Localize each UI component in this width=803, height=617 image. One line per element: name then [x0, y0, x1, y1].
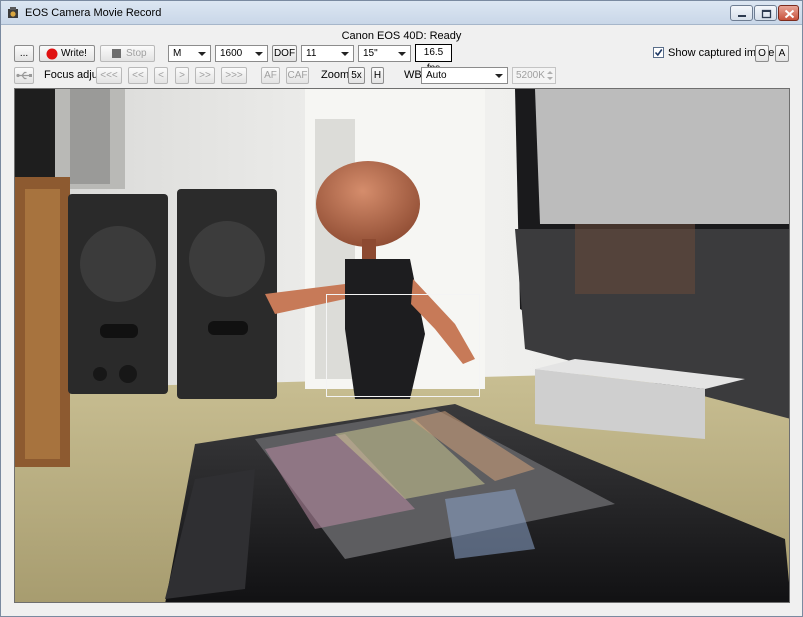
focus-far-1-button[interactable]: >: [175, 67, 189, 84]
minimize-button[interactable]: [730, 5, 753, 21]
focus-near-1-button[interactable]: <: [154, 67, 168, 84]
write-label: Write!: [61, 48, 87, 59]
camera-status: Canon EOS 40D: Ready: [341, 30, 462, 42]
stop-button[interactable]: Stop: [100, 45, 155, 62]
mode-value: M: [173, 48, 182, 59]
o-button[interactable]: O: [755, 45, 769, 62]
aperture-select[interactable]: 11: [301, 45, 354, 62]
usb-button[interactable]: [14, 67, 34, 84]
chevron-down-icon: [398, 52, 406, 56]
chevron-down-icon: [495, 74, 503, 78]
app-window: EOS Camera Movie Record Canon EOS 40D: R…: [0, 0, 803, 617]
chevron-down-icon: [341, 52, 349, 56]
aperture-value: 11: [306, 48, 317, 59]
wb-label: WB: [404, 69, 422, 81]
camera-icon: [8, 7, 18, 18]
live-view[interactable]: [14, 88, 790, 603]
mode-select[interactable]: M: [168, 45, 211, 62]
af-button[interactable]: AF: [261, 67, 280, 84]
focus-near-2-button[interactable]: <<: [128, 67, 148, 84]
minimize-icon: [738, 15, 746, 17]
stop-label: Stop: [126, 48, 147, 59]
zoom-label: Zoom: [321, 69, 350, 81]
wb-select[interactable]: Auto: [421, 67, 508, 84]
a-button[interactable]: A: [775, 45, 789, 62]
stop-square-icon: [112, 49, 121, 58]
focus-near-3-button[interactable]: <<<: [96, 67, 122, 84]
checkmark-icon: [654, 49, 663, 57]
zoom-h-button[interactable]: H: [371, 67, 384, 84]
usb-icon: [16, 71, 32, 80]
close-icon: [784, 9, 795, 19]
zoom-5x-button[interactable]: 5x: [348, 67, 365, 84]
dof-button[interactable]: DOF: [272, 45, 297, 62]
browse-button[interactable]: ...: [14, 45, 34, 62]
kelvin-value: 5200K: [516, 70, 545, 81]
maximize-icon: [761, 9, 772, 19]
title-bar: EOS Camera Movie Record: [1, 1, 802, 25]
iso-select[interactable]: 1600: [215, 45, 268, 62]
write-button[interactable]: Write!: [39, 45, 95, 62]
close-button[interactable]: [778, 5, 799, 21]
show-captured-checkbox[interactable]: [653, 47, 664, 58]
caf-button[interactable]: CAF: [286, 67, 309, 84]
chevron-down-icon: [255, 52, 263, 56]
kelvin-spinner[interactable]: 5200K: [512, 67, 556, 84]
chevron-down-icon: [198, 52, 206, 56]
focus-frame[interactable]: [326, 294, 480, 397]
focus-far-3-button[interactable]: >>>: [221, 67, 247, 84]
wb-value: Auto: [426, 70, 447, 81]
window-title: EOS Camera Movie Record: [25, 7, 162, 19]
record-dot-icon: [46, 48, 58, 60]
shutter-select[interactable]: 15": [358, 45, 411, 62]
spinner-arrows-icon: [547, 71, 553, 80]
iso-value: 1600: [220, 48, 243, 59]
shutter-value: 15": [363, 48, 378, 59]
focus-far-2-button[interactable]: >>: [195, 67, 215, 84]
fps-display: 16.5 fps: [415, 44, 452, 74]
maximize-button[interactable]: [754, 5, 777, 21]
